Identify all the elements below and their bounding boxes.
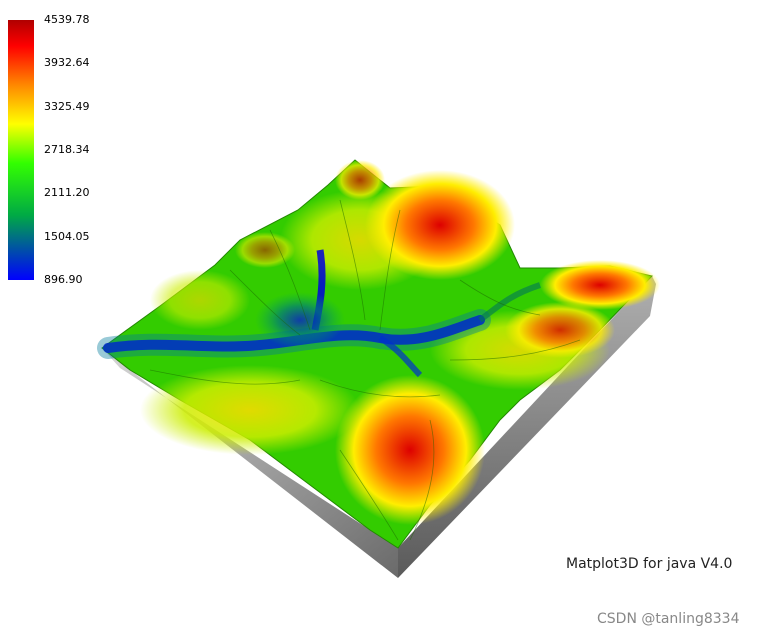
terrain-surface bbox=[97, 159, 660, 578]
app-label: Matplot3D for java V4.0 bbox=[566, 556, 733, 572]
watermark: CSDN @tanling8334 bbox=[597, 611, 740, 627]
